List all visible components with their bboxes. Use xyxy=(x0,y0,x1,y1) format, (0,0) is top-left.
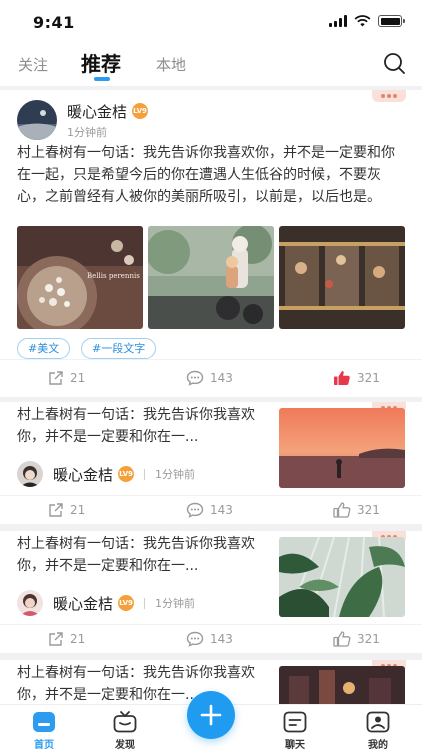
post-author[interactable]: 暖心金桔 LV9 1分钟前 xyxy=(17,461,195,487)
profile-icon xyxy=(366,711,390,733)
post-card[interactable]: 村上春树有一句话：我先告诉你我喜欢你，并不是一定要和你在一... xyxy=(0,402,422,524)
tab-profile[interactable]: 我的 xyxy=(348,711,408,750)
share-icon xyxy=(49,632,63,646)
like-button[interactable]: 321 xyxy=(333,631,380,647)
thumbs-up-filled-icon xyxy=(334,371,350,385)
share-count: 21 xyxy=(70,503,86,517)
topic-tag[interactable]: #美文 xyxy=(17,338,71,359)
divider xyxy=(144,468,146,480)
battery-icon xyxy=(378,15,405,27)
image-caption: Bellis perennis xyxy=(87,272,140,280)
comment-button[interactable]: 143 xyxy=(186,631,233,647)
tab-recommend[interactable]: 推荐 xyxy=(81,48,121,77)
share-icon xyxy=(49,503,63,517)
tab-home[interactable]: 首页 xyxy=(14,711,74,750)
tab-label: 发现 xyxy=(115,740,135,750)
avatar[interactable] xyxy=(17,100,57,140)
share-button[interactable]: 21 xyxy=(48,502,85,518)
thumbs-up-icon xyxy=(333,631,351,647)
status-time: 9:41 xyxy=(33,13,75,32)
hot-tag xyxy=(372,90,406,102)
author-name[interactable]: 暖心金桔 xyxy=(53,464,113,485)
feed[interactable]: 暖心金桔 LV9 1分钟前 村上春树有一句话：我先告诉你我喜欢你，并不是一定要和… xyxy=(0,86,422,704)
post-actions: 21 143 321 xyxy=(0,495,422,525)
post-time: 1分钟前 xyxy=(67,125,107,139)
like-button[interactable]: 321 xyxy=(333,502,380,518)
comment-icon xyxy=(186,502,204,518)
top-nav: 关注 推荐 本地 xyxy=(0,46,422,86)
tab-label: 聊天 xyxy=(285,740,305,750)
author-name[interactable]: 暖心金桔 xyxy=(67,101,127,122)
comment-button[interactable]: 143 xyxy=(186,370,233,386)
post-card[interactable]: 暖心金桔 LV9 1分钟前 村上春树有一句话：我先告诉你我喜欢你，并不是一定要和… xyxy=(0,90,422,397)
active-tab-indicator xyxy=(94,77,110,81)
home-icon xyxy=(33,712,55,732)
post-image[interactable] xyxy=(279,666,405,704)
comment-count: 143 xyxy=(210,632,233,646)
tab-discover[interactable]: 发现 xyxy=(95,711,155,750)
tab-label: 我的 xyxy=(368,740,388,750)
like-button[interactable]: 321 xyxy=(333,370,380,386)
tab-chat[interactable]: 聊天 xyxy=(265,711,325,750)
thumbs-up-icon xyxy=(333,502,351,518)
comment-count: 143 xyxy=(210,503,233,517)
like-count: 321 xyxy=(357,503,380,517)
post-text[interactable]: 村上春树有一句话：我先告诉你我喜欢你，并不是一定要和你在一... xyxy=(17,404,257,448)
plus-icon xyxy=(200,704,222,726)
tab-follow[interactable]: 关注 xyxy=(18,54,48,75)
post-image[interactable]: Bellis perennis xyxy=(17,226,143,329)
share-icon xyxy=(49,371,63,385)
post-image[interactable] xyxy=(279,537,405,617)
post-author[interactable]: 暖心金桔 LV9 1分钟前 xyxy=(17,590,195,616)
post-time: 1分钟前 xyxy=(155,597,196,610)
post-text[interactable]: 村上春树有一句话：我先告诉你我喜欢你，并不是一定要和你在一起，只是希望今后的你在… xyxy=(17,142,399,208)
post-time: 1分钟前 xyxy=(155,468,196,481)
share-button[interactable]: 21 xyxy=(48,370,85,386)
comment-count: 143 xyxy=(210,371,233,385)
share-button[interactable]: 21 xyxy=(48,631,85,647)
comment-button[interactable]: 143 xyxy=(186,502,233,518)
tab-label: 首页 xyxy=(34,740,54,750)
author-name[interactable]: 暖心金桔 xyxy=(53,593,113,614)
level-badge: LV9 xyxy=(118,466,135,482)
like-count: 321 xyxy=(357,632,380,646)
post-card[interactable]: 村上春树有一句话：我先告诉你我喜欢你，并不是一定要和你在一... 暖心金桔 LV… xyxy=(0,531,422,653)
chat-icon xyxy=(283,711,307,733)
post-actions: 21 143 321 xyxy=(0,624,422,654)
status-icons xyxy=(329,15,405,27)
post-author[interactable]: 暖心金桔 LV9 1分钟前 xyxy=(17,100,149,140)
level-badge: LV9 xyxy=(118,595,135,611)
divider xyxy=(144,597,146,609)
wifi-icon xyxy=(354,15,371,27)
cellular-signal-icon xyxy=(329,15,347,27)
post-image[interactable] xyxy=(279,408,405,488)
search-icon[interactable] xyxy=(383,52,405,74)
level-badge: LV9 xyxy=(132,103,149,119)
share-count: 21 xyxy=(70,632,86,646)
tab-local[interactable]: 本地 xyxy=(156,54,186,75)
topic-tag[interactable]: #一段文字 xyxy=(81,338,157,359)
comment-icon xyxy=(186,631,204,647)
avatar[interactable] xyxy=(17,461,43,487)
share-count: 21 xyxy=(70,371,86,385)
like-count: 321 xyxy=(357,371,380,385)
post-image[interactable] xyxy=(148,226,274,329)
bottom-tab-bar: 首页 发现 聊天 我的 xyxy=(0,691,422,750)
post-create-button[interactable] xyxy=(187,691,235,739)
status-bar: 9:41 xyxy=(0,0,422,46)
post-actions: 21 143 321 xyxy=(0,359,422,399)
post-image[interactable] xyxy=(279,226,405,329)
tv-icon xyxy=(113,711,137,733)
comment-icon xyxy=(186,370,204,386)
post-text[interactable]: 村上春树有一句话：我先告诉你我喜欢你，并不是一定要和你在一... xyxy=(17,533,257,577)
avatar[interactable] xyxy=(17,590,43,616)
